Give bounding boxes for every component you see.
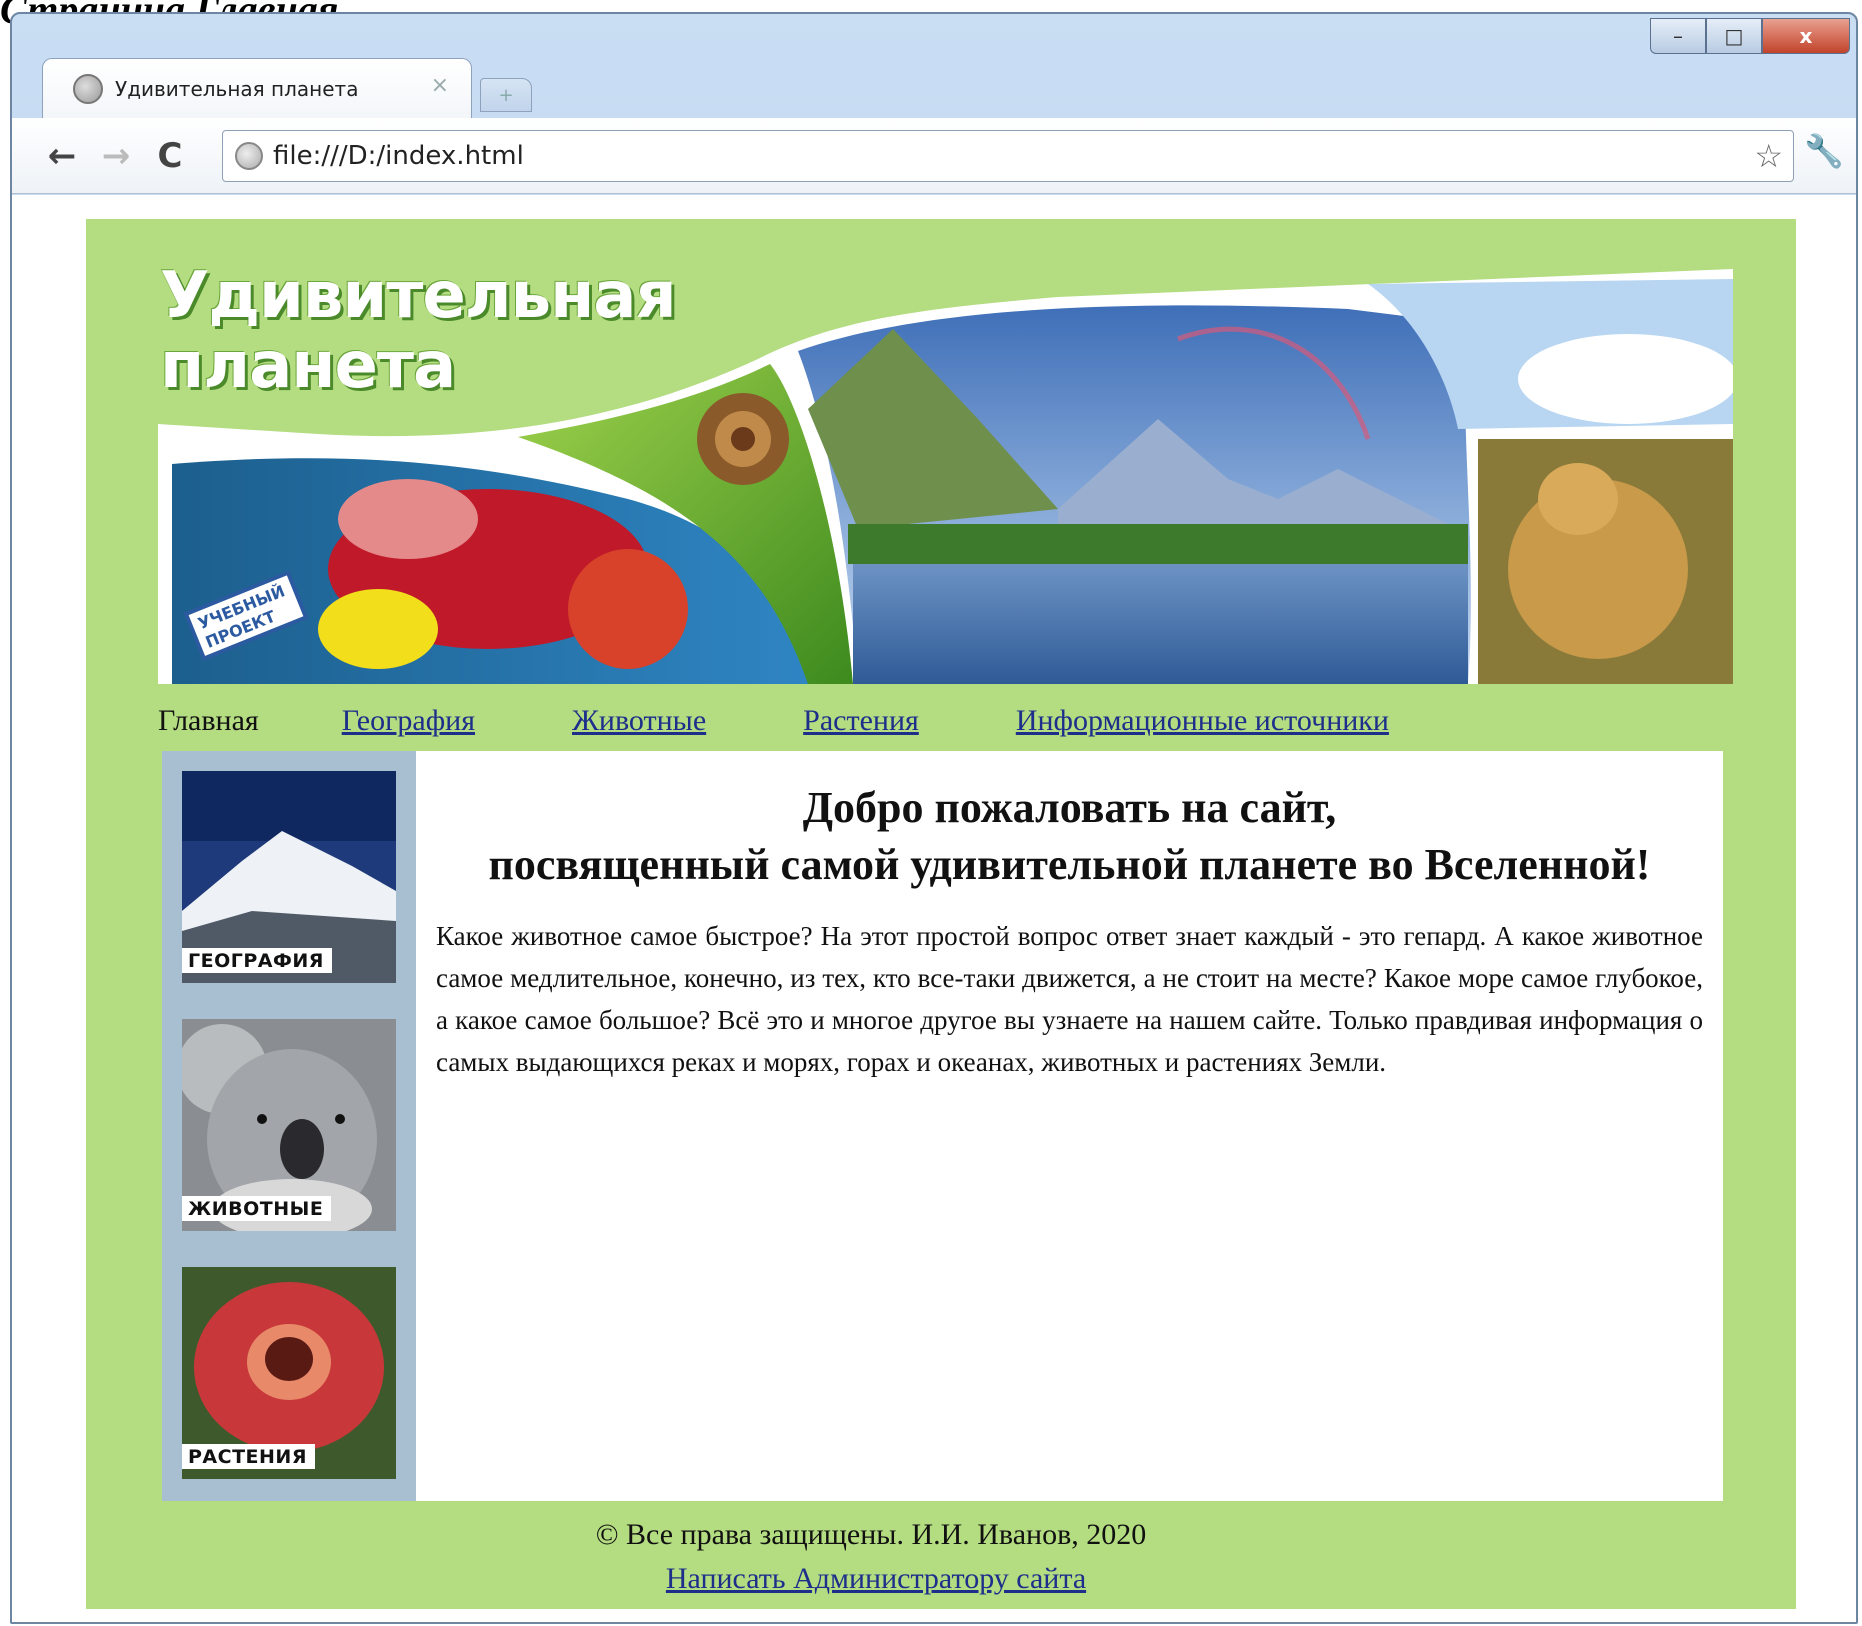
nav-sources-link[interactable]: Информационные источники [1016, 704, 1389, 738]
footer-copyright: © Все права защищены. И.И. Иванов, 2020 [595, 1518, 1147, 1551]
sidebar-animals-link[interactable]: ЖИВОТНЫЕ [182, 1019, 396, 1231]
maximize-icon: □ [1724, 24, 1744, 48]
close-button[interactable]: x [1762, 18, 1850, 54]
nav-home: Главная [158, 704, 259, 737]
site-footer: © Все права защищены. И.И. Иванов, 2020 … [86, 1513, 1796, 1601]
address-url[interactable]: file:///D:/index.html [273, 141, 524, 171]
logo-line-2: планета [160, 329, 456, 403]
minimize-button[interactable]: – [1650, 18, 1706, 54]
minimize-icon: – [1673, 24, 1683, 48]
nav-animals-link[interactable]: Животные [572, 704, 706, 738]
close-icon: x [1799, 24, 1813, 48]
maximize-button[interactable]: □ [1706, 18, 1762, 54]
site-logo[interactable]: Удивительная планета [160, 259, 677, 403]
reload-icon[interactable]: C [148, 134, 192, 178]
forward-arrow-icon[interactable]: → [94, 134, 138, 178]
browser-tab[interactable]: Удивительная планета × [42, 58, 472, 118]
tab-close-icon[interactable]: × [431, 73, 449, 98]
browser-window: – □ x Удивительная планета × + ← → C fil… [10, 12, 1858, 1624]
star-icon[interactable]: ☆ [1754, 137, 1783, 175]
nav-plants-link[interactable]: Растения [803, 704, 919, 738]
sidebar-geography-link[interactable]: ГЕОГРАФИЯ [182, 771, 396, 983]
logo-line-1: Удивительная [160, 259, 677, 333]
window-controls: – □ x [1650, 18, 1850, 54]
browser-toolbar: ← → C file:///D:/index.html ☆ 🔧 [12, 118, 1856, 194]
welcome-line-1: Добро пожаловать на сайт, [802, 783, 1337, 832]
intro-paragraph: Какое животное самое быстрое? На этот пр… [436, 921, 1703, 1077]
footer-admin-link[interactable]: Написать Администратору сайта [666, 1562, 1086, 1595]
sidebar-animals-label: ЖИВОТНЫЕ [182, 1196, 332, 1221]
main-content: Добро пожаловать на сайт, посвященный са… [416, 751, 1723, 1501]
address-bar[interactable]: file:///D:/index.html ☆ [222, 130, 1794, 182]
page-viewport: УЧЕБНЫЙ ПРОЕКТ Удивительная планета Глав… [12, 195, 1856, 1622]
main-nav: Главная География Животные Растения Инфо… [158, 704, 1486, 738]
globe-icon [73, 73, 103, 104]
sidebar: ГЕОГРАФИЯ ЖИВОТНЫЕ РАСТЕНИЯ [162, 751, 416, 1501]
nav-geography-link[interactable]: География [342, 704, 475, 738]
welcome-heading: Добро пожаловать на сайт, посвященный са… [436, 779, 1703, 893]
welcome-line-2: посвященный самой удивительной планете в… [488, 840, 1651, 889]
back-arrow-icon[interactable]: ← [40, 134, 84, 178]
sidebar-plants-link[interactable]: РАСТЕНИЯ [182, 1267, 396, 1479]
page-globe-icon [235, 142, 263, 170]
tab-title: Удивительная планета [115, 76, 359, 101]
sidebar-geography-label: ГЕОГРАФИЯ [182, 948, 332, 973]
sidebar-plants-label: РАСТЕНИЯ [182, 1444, 315, 1469]
new-tab-button[interactable]: + [480, 78, 532, 112]
site-container: УЧЕБНЫЙ ПРОЕКТ Удивительная планета Глав… [86, 219, 1796, 1609]
wrench-icon[interactable]: 🔧 [1804, 132, 1844, 170]
